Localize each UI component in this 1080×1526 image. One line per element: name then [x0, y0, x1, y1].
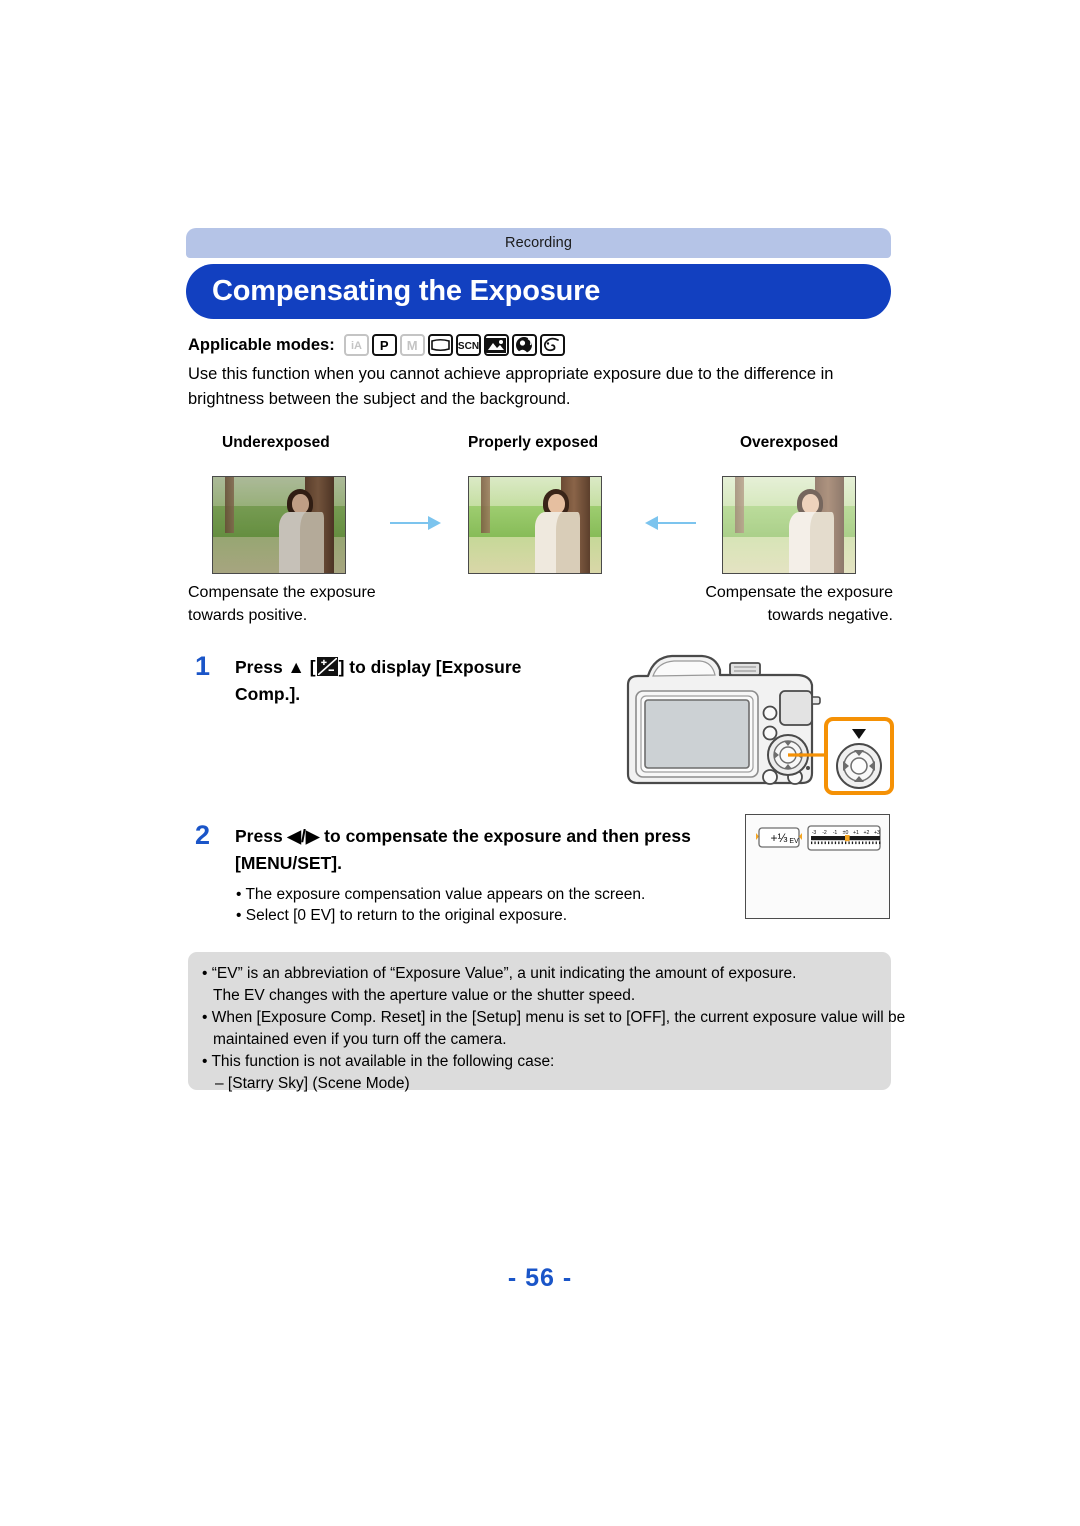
notes-box: • “EV” is an abbreviation of “Exposure V… [188, 952, 906, 1092]
note-line-5: • This function is not available in the … [202, 1053, 555, 1070]
step-2-bullet-2: • Select [0 EV] to return to the origina… [236, 907, 568, 924]
note-line-1: • “EV” is an abbreviation of “Exposure V… [202, 965, 797, 982]
note-line-4: maintained even if you turn off the came… [213, 1031, 507, 1048]
label-properly-exposed: Properly exposed [468, 434, 599, 451]
svg-text:+1: +1 [853, 830, 859, 836]
svg-text:+3: +3 [874, 830, 880, 836]
exposure-comp-screen-figure: +⅓ EV -3 -2 -1 ±0 +1 +2 +3 [745, 814, 890, 919]
step-2-bullets: • The exposure compensation value appear… [236, 884, 726, 926]
label-underexposed: Underexposed [222, 434, 330, 451]
exposure-example-labels: Underexposed Properly exposed Overexpose… [188, 434, 893, 458]
step-2-text: Press ◀/▶ to compensate the exposure and… [235, 826, 691, 873]
svg-text:+2: +2 [864, 830, 870, 836]
svg-text:SCN: SCN [458, 341, 479, 352]
arrow-towards-negative-icon [644, 512, 696, 534]
svg-text:-3: -3 [812, 830, 817, 836]
program-ae-mode-icon: P [371, 334, 397, 356]
portrait-night-mode-icon [511, 334, 537, 356]
svg-text:+⅓: +⅓ [770, 831, 787, 845]
applicable-modes-row: Applicable modes: iA P M SCN [188, 331, 568, 359]
manual-page: Recording Compensating the Exposure Appl… [0, 0, 1080, 1526]
step-1-number: 1 [195, 651, 211, 681]
page-number: - 56 - [507, 1264, 573, 1292]
note-line-6: – [Starry Sky] (Scene Mode) [215, 1075, 410, 1092]
note-line-3: • When [Exposure Comp. Reset] in the [Se… [202, 1009, 906, 1026]
svg-text:-1: -1 [833, 830, 838, 836]
svg-text:iA: iA [351, 340, 362, 352]
intro-paragraph: Use this function when you cannot achiev… [188, 365, 834, 408]
page-title-bar: Compensating the Exposure [186, 264, 891, 319]
exposure-compensation-icon [316, 657, 338, 676]
section-bar: Recording [186, 228, 891, 258]
photo-underexposed [212, 476, 346, 574]
caption-negative: Compensate the exposure towards negative… [705, 584, 893, 624]
intelligent-auto-mode-icon: iA [343, 334, 369, 356]
manual-exposure-mode-icon: M [399, 334, 425, 356]
svg-text:-2: -2 [822, 830, 827, 836]
step-1-text: Press ▲ [ ] to display [Exposure Comp.]. [235, 654, 565, 708]
section-label: Recording [505, 235, 572, 251]
svg-text:EV: EV [789, 838, 799, 845]
label-overexposed: Overexposed [740, 434, 839, 451]
step-2-bullet-1: • The exposure compensation value appear… [236, 886, 646, 903]
page-title: Compensating the Exposure [212, 275, 601, 307]
photo-properly-exposed [468, 476, 602, 574]
scene-mode-icon: SCN [455, 334, 481, 356]
note-line-2: The EV changes with the aperture value o… [213, 987, 636, 1004]
creative-control-mode-icon [539, 334, 565, 356]
caption-positive: Compensate the exposure towards positive… [188, 584, 376, 624]
panorama-shot-mode-icon [427, 334, 453, 356]
scenery-mode-icon [483, 334, 509, 356]
arrow-towards-positive-icon [390, 512, 442, 534]
cursor-button-callout [824, 717, 894, 800]
photo-overexposed [722, 476, 856, 574]
applicable-modes-label: Applicable modes: [188, 335, 335, 354]
step-2-number: 2 [195, 820, 211, 850]
step-1-text-before: Press ▲ [ [235, 657, 316, 677]
